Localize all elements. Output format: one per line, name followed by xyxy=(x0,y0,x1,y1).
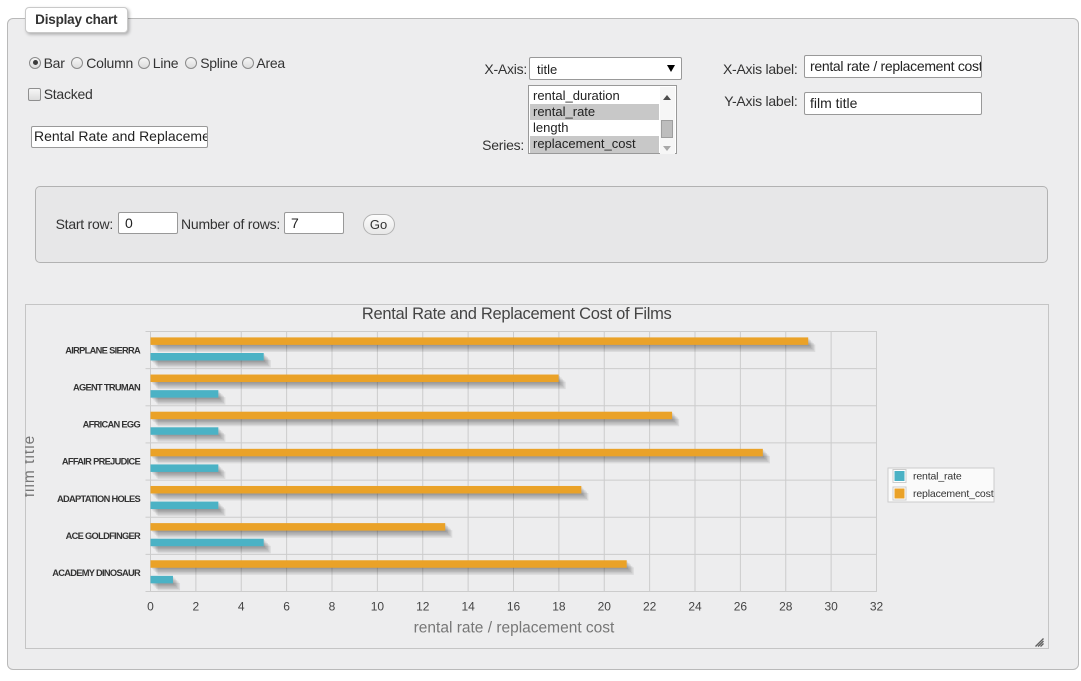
svg-text:ADAPTATION HOLES: ADAPTATION HOLES xyxy=(57,494,140,504)
svg-text:20: 20 xyxy=(598,600,612,614)
svg-text:24: 24 xyxy=(688,600,702,614)
svg-text:4: 4 xyxy=(238,600,245,614)
svg-text:10: 10 xyxy=(371,600,385,614)
svg-text:26: 26 xyxy=(734,600,748,614)
svg-text:rental rate / replacement cost: rental rate / replacement cost xyxy=(414,620,615,637)
svg-text:Rental Rate and Replacement Co: Rental Rate and Replacement Cost of Film… xyxy=(362,305,672,323)
svg-text:AIRPLANE SIERRA: AIRPLANE SIERRA xyxy=(65,345,141,355)
svg-text:2: 2 xyxy=(193,600,200,614)
svg-text:28: 28 xyxy=(779,600,793,614)
svg-text:ACADEMY DINOSAUR: ACADEMY DINOSAUR xyxy=(52,568,141,578)
svg-text:30: 30 xyxy=(824,600,838,614)
svg-text:film title: film title xyxy=(25,435,38,498)
svg-text:replacement_cost: replacement_cost xyxy=(913,488,994,500)
svg-text:AFFAIR PREJUDICE: AFFAIR PREJUDICE xyxy=(62,457,141,467)
svg-text:12: 12 xyxy=(416,600,430,614)
svg-text:14: 14 xyxy=(461,600,475,614)
svg-text:6: 6 xyxy=(283,600,290,614)
svg-text:ACE GOLDFINGER: ACE GOLDFINGER xyxy=(66,531,141,541)
svg-text:AFRICAN EGG: AFRICAN EGG xyxy=(83,420,141,430)
svg-text:AGENT TRUMAN: AGENT TRUMAN xyxy=(73,382,141,392)
svg-text:16: 16 xyxy=(507,600,521,614)
svg-text:22: 22 xyxy=(643,600,657,614)
svg-text:18: 18 xyxy=(552,600,566,614)
svg-text:0: 0 xyxy=(147,600,154,614)
svg-text:rental_rate: rental_rate xyxy=(913,471,962,483)
svg-text:32: 32 xyxy=(870,600,884,614)
svg-text:8: 8 xyxy=(329,600,336,614)
